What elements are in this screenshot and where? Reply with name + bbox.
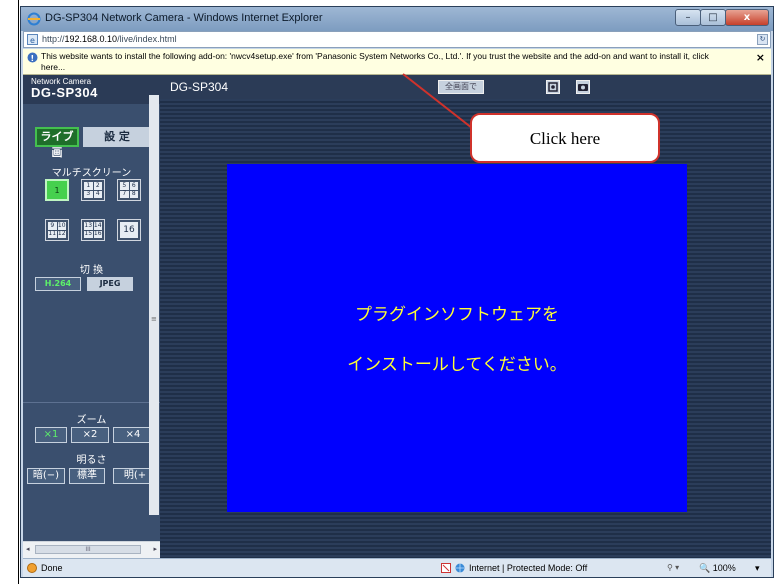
callout-text: Click here: [529, 129, 601, 148]
click-here-callout: Click here: [470, 113, 660, 163]
callout-pointer: [402, 73, 473, 129]
